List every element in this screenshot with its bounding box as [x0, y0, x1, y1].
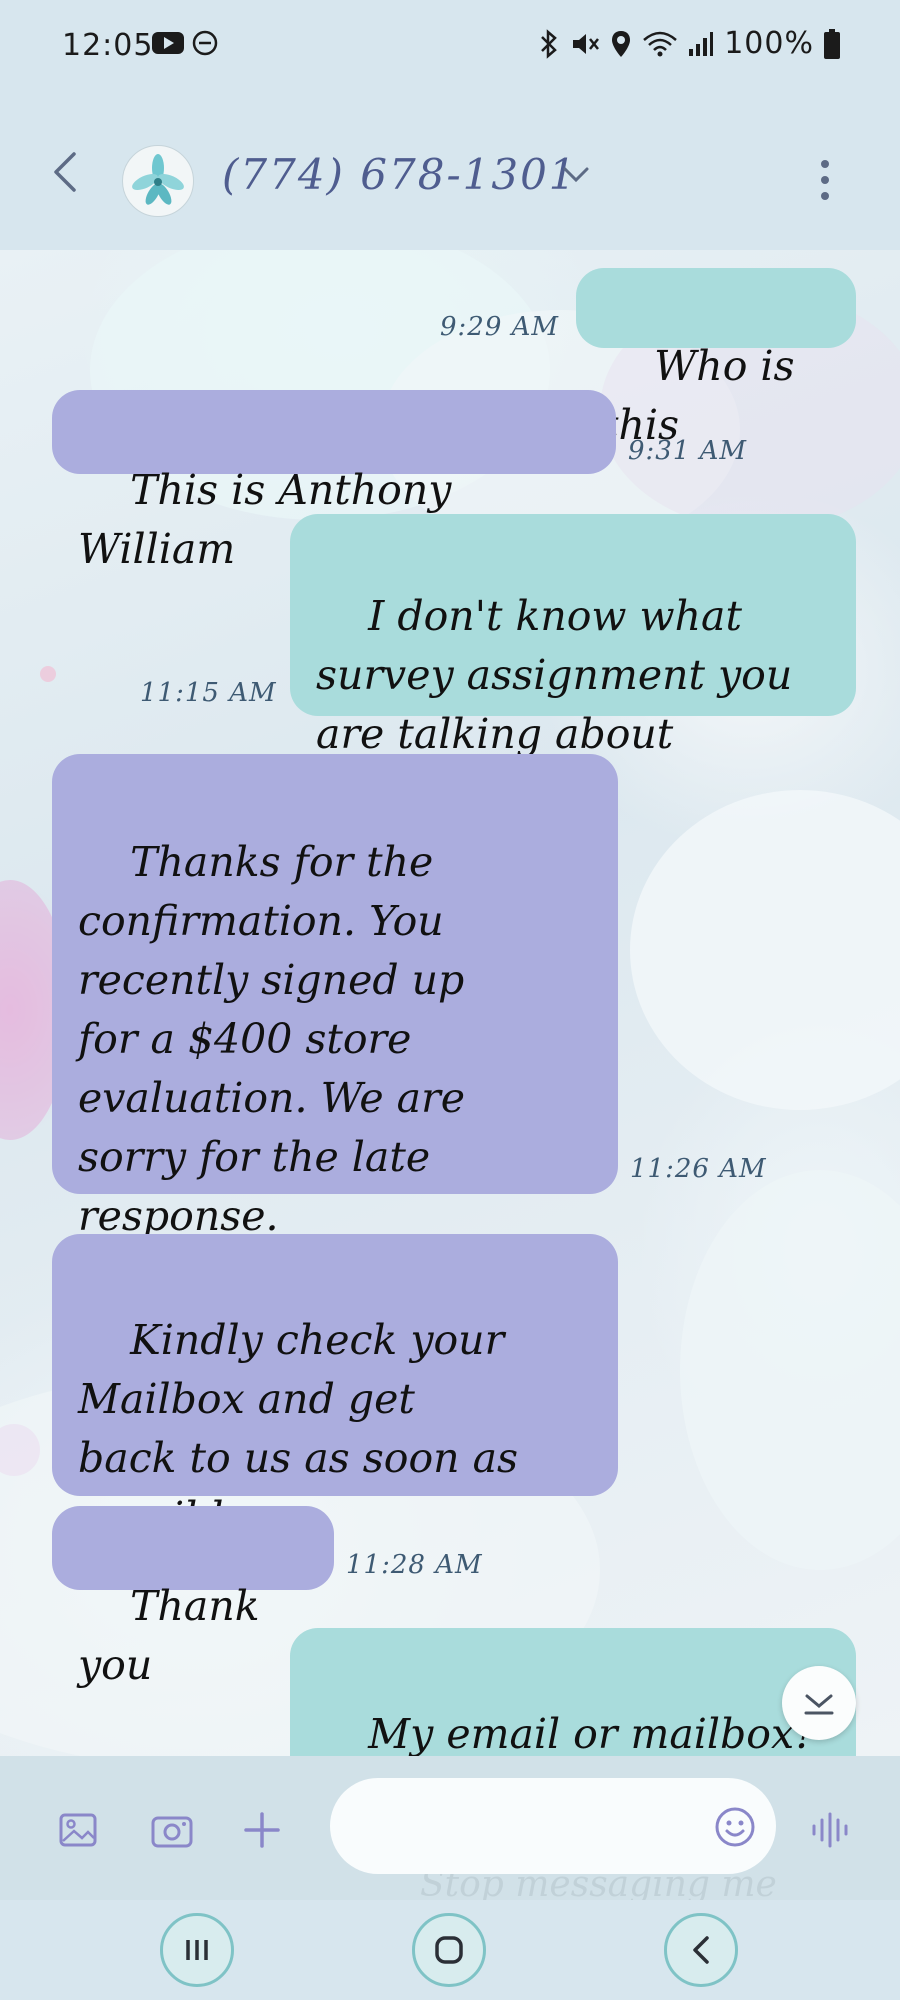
message-text: Thanks for the confirmation. You recentl…	[78, 838, 465, 1240]
chevron-down-icon[interactable]	[562, 166, 590, 184]
message-bubble-sent[interactable]: I don't know what survey assignment you …	[290, 514, 856, 758]
back-arrow-icon[interactable]	[50, 150, 80, 194]
wifi-icon	[643, 31, 678, 56]
message-bubble-received[interactable]: Thank you	[52, 1506, 334, 1689]
camera-icon[interactable]	[150, 1810, 194, 1850]
message-input[interactable]	[330, 1778, 776, 1874]
message-text: My email or mailbox? I didn't sign up fo…	[368, 1710, 817, 1756]
flower-icon	[132, 154, 184, 205]
message-bubble-received[interactable]: Thanks for the confirmation. You recentl…	[52, 754, 618, 1240]
location-icon	[612, 30, 631, 57]
mute-icon	[573, 33, 600, 54]
gallery-icon[interactable]	[58, 1810, 98, 1850]
signal-icon	[689, 31, 714, 56]
back-button[interactable]	[664, 1913, 738, 1987]
status-bar: 12:05 100%	[0, 0, 900, 90]
scroll-to-bottom-button[interactable]	[782, 1666, 856, 1740]
arrow-down-icon	[804, 1694, 834, 1715]
emoji-icon[interactable]	[714, 1806, 756, 1848]
message-timestamp: 9:29 AM	[440, 312, 560, 342]
message-list[interactable]: Who is this 9:29 AM This is Anthony Will…	[0, 250, 900, 1756]
system-nav-bar	[0, 1900, 900, 2000]
message-timestamp: 11:26 AM	[630, 1154, 767, 1184]
message-bubble-sent[interactable]: My email or mailbox? I didn't sign up fo…	[290, 1628, 856, 1756]
recents-icon	[186, 1940, 208, 1960]
recents-button[interactable]	[160, 1913, 234, 1987]
back-icon	[693, 1936, 709, 1964]
contact-name[interactable]: (774) 678-1301	[222, 150, 578, 199]
message-timestamp: 9:31 AM	[628, 436, 748, 466]
home-icon	[435, 1936, 463, 1964]
status-time: 12:05	[62, 28, 154, 63]
youtube-icon	[152, 32, 184, 54]
add-icon[interactable]	[242, 1810, 282, 1850]
composer-bar: Stop messaging me	[0, 1756, 900, 1905]
do-not-disturb-icon	[192, 30, 218, 56]
message-bubble-received[interactable]: This is Anthony William	[52, 390, 616, 573]
conversation-header: (774) 678-1301	[0, 90, 900, 250]
more-vert-icon[interactable]	[818, 158, 832, 202]
message-bubble-received[interactable]: Kindly check your Mailbox and get back t…	[52, 1234, 618, 1541]
message-timestamp: 11:28 AM	[346, 1550, 483, 1580]
battery-percent: 100%	[724, 26, 814, 61]
bluetooth-icon	[541, 28, 558, 59]
home-button[interactable]	[412, 1913, 486, 1987]
contact-avatar[interactable]	[122, 145, 194, 217]
message-timestamp: 11:15 AM	[140, 678, 277, 708]
message-bubble-sent[interactable]: Who is this	[576, 268, 856, 449]
battery-icon	[824, 28, 840, 59]
voice-icon[interactable]	[810, 1810, 854, 1850]
